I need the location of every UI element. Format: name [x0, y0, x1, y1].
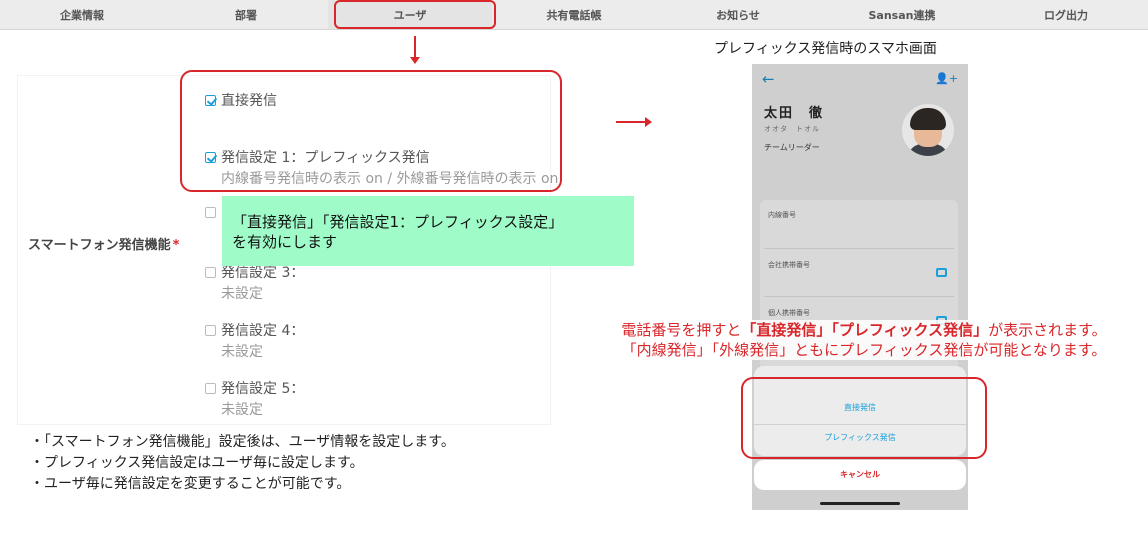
back-arrow-icon[interactable]: ←	[762, 70, 775, 88]
tab-department[interactable]: 部署	[164, 0, 328, 29]
phone-topbar: ← 👤+	[752, 64, 968, 94]
home-indicator	[820, 502, 900, 505]
chat-icon[interactable]	[936, 268, 947, 277]
option-setting-5[interactable]: 発信設定 5： 未設定	[205, 378, 304, 419]
phone-caption: プレフィックス発信時のスマホ画面	[714, 41, 937, 57]
note-item: ・ユーザ毎に発信設定を変更することが可能です。	[30, 476, 351, 492]
tab-company-info[interactable]: 企業情報	[0, 0, 164, 29]
note-item: ・プレフィックス発信設定はユーザ毎に設定します。	[30, 455, 364, 471]
tab-sansan[interactable]: Sansan連携	[820, 0, 984, 29]
tab-user[interactable]: ユーザ	[328, 0, 492, 29]
checkbox-unchecked[interactable]	[205, 207, 216, 218]
contact-role: チームリーダー	[764, 143, 820, 152]
field-company-mobile[interactable]: 会社携帯番号	[768, 260, 810, 270]
notes-list: ・「スマートフォン発信機能」設定後は、ユーザ情報を設定します。 ・プレフィックス…	[30, 432, 455, 495]
avatar	[902, 104, 954, 156]
callout-box: 「直接発信」「発信設定1：プレフィックス設定」 を有効にします	[222, 196, 634, 266]
options-highlight-frame	[180, 70, 562, 192]
red-annotation: 電話番号を押すと「直接発信」「プレフィックス発信」が表示されます。 「内線発信」…	[580, 320, 1148, 360]
divider	[764, 248, 954, 249]
option-setting-3[interactable]: 発信設定 3： 未設定	[205, 262, 304, 303]
cancel-button[interactable]: キャンセル	[754, 460, 966, 490]
checkbox-unchecked[interactable]	[205, 383, 216, 394]
down-arrow	[410, 36, 420, 64]
add-user-icon[interactable]: 👤+	[935, 72, 958, 85]
checkbox-unchecked[interactable]	[205, 325, 216, 336]
tab-notice[interactable]: お知らせ	[656, 0, 820, 29]
checkbox-unchecked[interactable]	[205, 267, 216, 278]
top-tab-bar: 企業情報 部署 ユーザ 共有電話帳 お知らせ Sansan連携 ログ出力	[0, 0, 1148, 30]
option-setting-4[interactable]: 発信設定 4： 未設定	[205, 320, 304, 361]
right-arrow	[616, 117, 652, 127]
feature-label: スマートフォン発信機能 *	[28, 238, 180, 253]
field-extension: 内線番号	[768, 211, 796, 219]
contact-kana: オオタ トオル	[764, 125, 820, 133]
phone-highlight-frame	[741, 377, 987, 459]
required-mark: *	[172, 238, 180, 253]
field-personal-mobile[interactable]: 個人携帯番号	[768, 308, 810, 318]
option-setting-2[interactable]	[205, 205, 221, 221]
tab-shared-phonebook[interactable]: 共有電話帳	[492, 0, 656, 29]
note-item: ・「スマートフォン発信機能」設定後は、ユーザ情報を設定します。	[30, 434, 455, 450]
divider	[764, 296, 954, 297]
tab-log-export[interactable]: ログ出力	[984, 0, 1148, 29]
contact-name: 太田 徹	[764, 106, 825, 121]
